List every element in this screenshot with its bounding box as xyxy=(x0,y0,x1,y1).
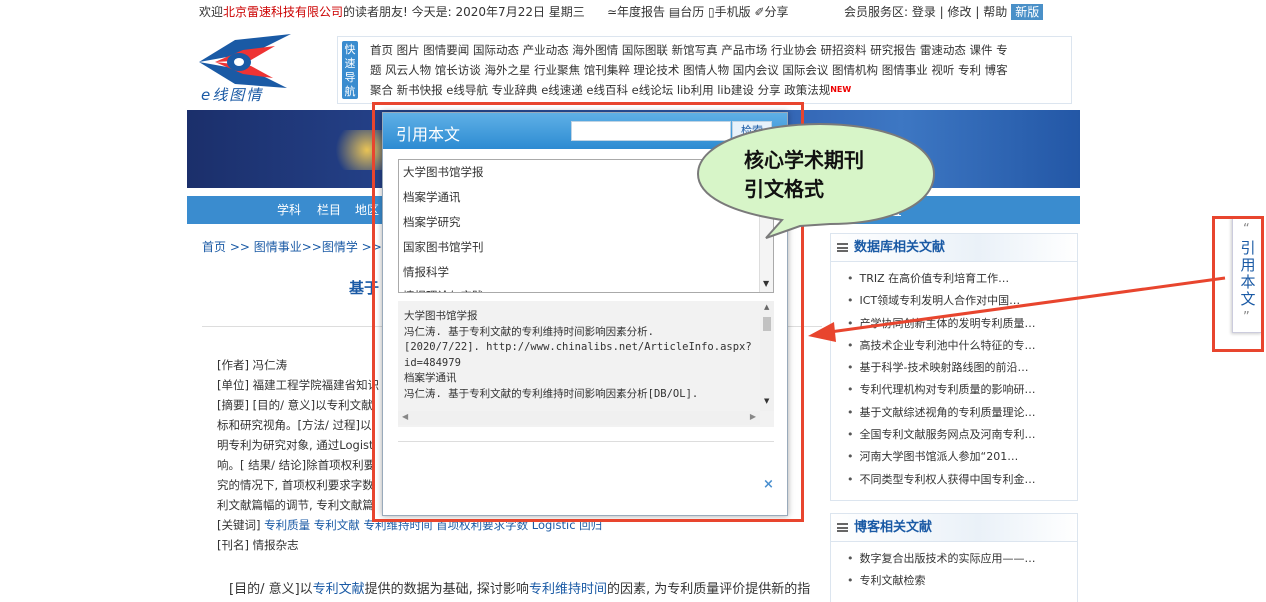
list-item[interactable]: 数字复合出版技术的实际应用——… xyxy=(847,548,1077,570)
keyword-link-patent-docs[interactable]: 专利文献 xyxy=(313,582,365,597)
blog-related-list: 数字复合出版技术的实际应用——… 专利文献检索 xyxy=(831,542,1077,593)
bubble-text: 核心学术期刊 引文格式 xyxy=(744,148,864,201)
blog-related-title: 博客相关文献 xyxy=(831,514,1077,542)
new-mark: NEW xyxy=(830,85,852,94)
pointer-arrow xyxy=(808,276,1226,342)
logo-text: e线图情 xyxy=(201,86,264,104)
top-bar: 欢迎北京雷速科技有限公司的读者朋友! 今天是: 2020年7月22日 星期三 ≃… xyxy=(187,0,1080,24)
list-item[interactable]: 专利文献检索 xyxy=(847,570,1077,592)
nav-line-2[interactable]: 题 风云人物 馆长访谈 海外之星 行业聚焦 馆刊集粹 理论技术 图情人物 国内会… xyxy=(370,60,1070,80)
keyword-link-maintenance-time[interactable]: 专利维持时间 xyxy=(529,582,607,597)
list-item[interactable]: 不同类型专利权人获得中国专利金… xyxy=(847,469,1077,491)
journal-name: [刊名] 情报杂志 xyxy=(217,538,299,552)
highlight-frame-side-tab xyxy=(1212,216,1264,352)
site-logo[interactable]: e线图情 xyxy=(195,32,295,104)
list-item[interactable]: 基于科学-技术映射路线图的前沿… xyxy=(847,357,1077,379)
top-links[interactable]: ≃年度报告 ▤台历 ▯手机版 ✐分享 xyxy=(607,0,789,24)
quick-nav-links[interactable]: 首页 图片 图情要闻 国际动态 产业动态 海外图情 国际图联 新馆写真 产品市场… xyxy=(370,40,1070,100)
blog-related-panel: 博客相关文献 数字复合出版技术的实际应用——… 专利文献检索 xyxy=(830,513,1078,602)
menu-item-subject[interactable]: 学科 xyxy=(277,196,301,224)
member-area[interactable]: 会员服务区: 登录 | 修改 | 帮助 新版 xyxy=(844,0,1044,24)
menu-item-column[interactable]: 栏目 xyxy=(317,196,341,224)
quick-nav-tag: 快速导航 xyxy=(342,41,358,99)
list-icon xyxy=(837,523,848,532)
list-item[interactable]: 全国专利文献服务网点及河南专利… xyxy=(847,424,1077,446)
logo-eye-icon xyxy=(199,34,291,88)
welcome-text: 欢迎北京雷速科技有限公司的读者朋友! 今天是: 2020年7月22日 星期三 xyxy=(199,5,585,19)
list-item[interactable]: 河南大学图书馆派人参加“201… xyxy=(847,446,1077,468)
company-link[interactable]: 北京雷速科技有限公司 xyxy=(223,5,343,19)
article-body: [目的/ 意义]以专利文献提供的数据为基础, 探讨影响专利维持时间的因素, 为专… xyxy=(229,582,811,597)
list-item[interactable]: 基于文献综述视角的专利质量理论… xyxy=(847,402,1077,424)
page: 欢迎北京雷速科技有限公司的读者朋友! 今天是: 2020年7月22日 星期三 ≃… xyxy=(0,0,1266,602)
nav-line-3[interactable]: 聚合 新书快报 e线导航 专业辞典 e线速递 e线百科 e线论坛 lib利用 l… xyxy=(370,80,1070,100)
nav-line-1[interactable]: 首页 图片 图情要闻 国际动态 产业动态 海外图情 国际图联 新馆写真 产品市场… xyxy=(370,40,1070,60)
quick-nav: 快速导航 首页 图片 图情要闻 国际动态 产业动态 海外图情 国际图联 新馆写真… xyxy=(337,36,1072,104)
list-item[interactable]: 专利代理机构对专利质量的影响研… xyxy=(847,379,1077,401)
new-version-badge[interactable]: 新版 xyxy=(1011,4,1044,20)
